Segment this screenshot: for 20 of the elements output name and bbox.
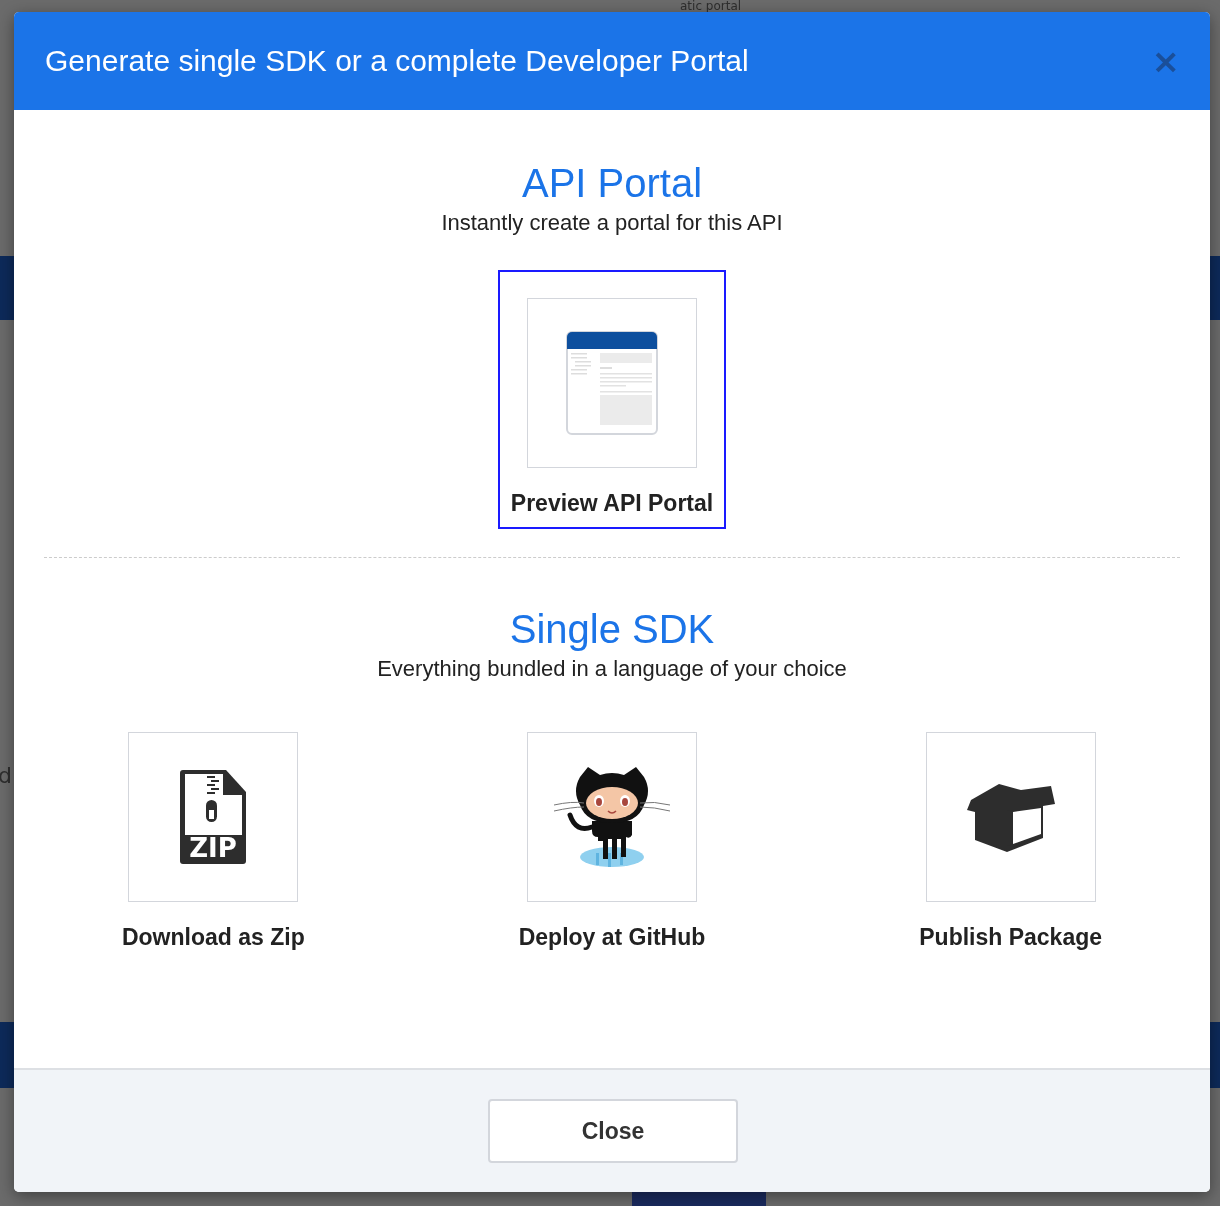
section-subtitle: Instantly create a portal for this API	[441, 210, 783, 236]
background-text: atic portal	[680, 0, 742, 12]
background-bar	[1210, 1022, 1220, 1088]
open-box-icon	[966, 782, 1055, 852]
option-card[interactable]: Deploy at GitHub	[505, 716, 719, 963]
option-card[interactable]: Preview API Portal	[497, 270, 727, 529]
background-text: d	[0, 763, 12, 788]
section-title: Single SDK	[509, 606, 715, 653]
section-subtitle: Everything bundled in a language of your choice	[377, 656, 847, 682]
option-card[interactable]: Publish Package	[906, 716, 1116, 963]
background-bar	[0, 256, 14, 320]
web-page-icon	[566, 331, 658, 435]
background-bar	[1210, 256, 1220, 320]
section-title: API Portal	[521, 160, 703, 207]
zip-file-icon: ZIP	[180, 770, 247, 864]
option-card[interactable]: ZIP Download as Zip	[108, 716, 318, 963]
background-bar	[0, 1022, 14, 1088]
cat-mascot-icon	[552, 765, 672, 869]
close-button[interactable]: Close	[488, 1099, 738, 1163]
dialog-title: Generate single SDK or a complete Developer Portal	[45, 44, 749, 78]
